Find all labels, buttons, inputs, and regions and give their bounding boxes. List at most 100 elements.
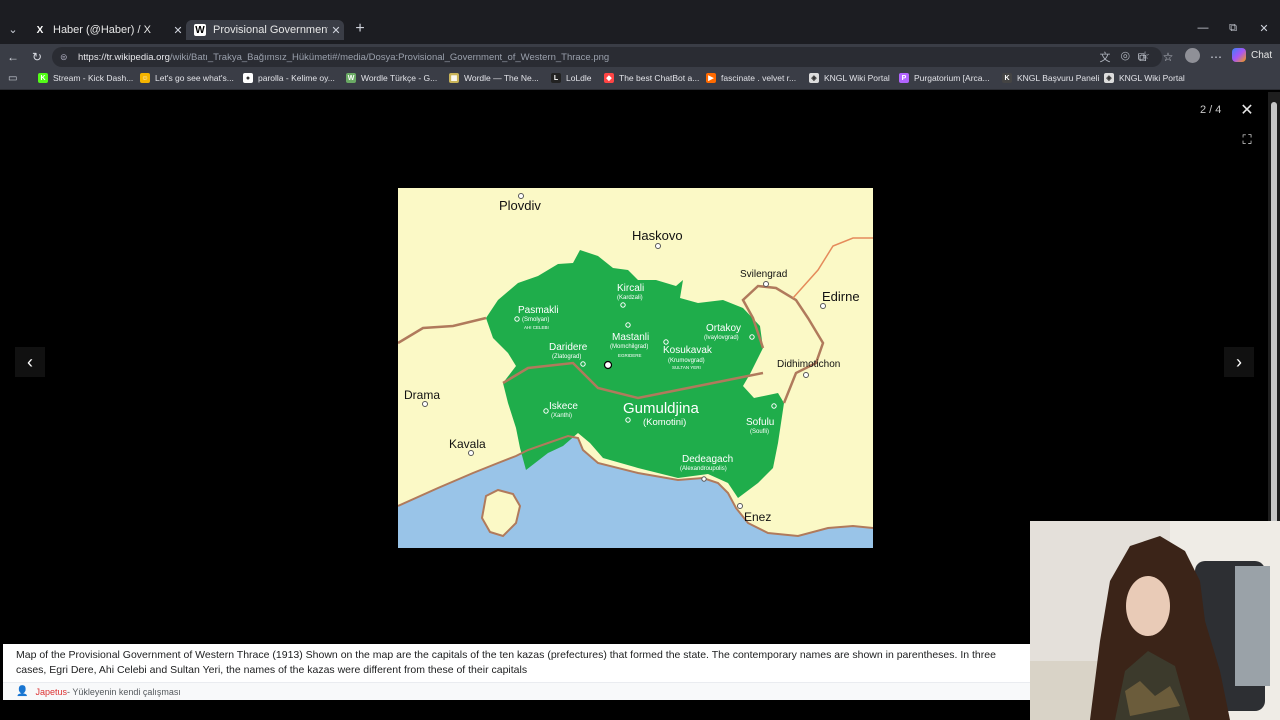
- extensions-icon[interactable]: ⧉: [1134, 49, 1150, 65]
- kaza-name-daridere: Daridere: [549, 342, 588, 353]
- bookmarks-bar: ▭ K Stream - Kick Dash... ☺ Let's go see wh…: [0, 70, 1280, 90]
- bookmark-item[interactable]: ◆ The best ChatBot a...: [604, 73, 699, 83]
- close-tab-icon[interactable]: ✕: [328, 24, 344, 37]
- image-caption: Map of the Provisional Government of Wes…: [3, 644, 1030, 682]
- bookmark-label: KNGL Başvuru Paneli: [1017, 73, 1100, 83]
- bookmark-favicon-icon: ☺: [140, 73, 150, 83]
- new-tab-button[interactable]: +: [352, 20, 368, 38]
- city-marker: [763, 281, 769, 287]
- kaza-old-ahi-celebi: AHI CELEBI: [524, 325, 549, 330]
- bookmark-item[interactable]: ☺ Let's go see what's...: [140, 73, 234, 83]
- copilot-label: Chat: [1251, 49, 1273, 61]
- tab-title: Provisional Government of Western Thrace: [213, 24, 328, 36]
- city-marker: [655, 243, 661, 249]
- kaza-name-ortakoy: Ortakoy: [706, 323, 741, 334]
- bookmark-label: Wordle — The Ne...: [464, 73, 539, 83]
- minimize-icon[interactable]: —: [1196, 22, 1210, 36]
- kaza-alt-daridere: (Zlatograd): [552, 354, 581, 360]
- bookmark-favicon-icon: ◈: [809, 73, 819, 83]
- tab-list-button[interactable]: ⌄: [4, 21, 22, 38]
- url-text[interactable]: https://tr.wikipedia.org/wiki/Batı_Traky…: [78, 52, 609, 63]
- kaza-name-kosukavak: Kosukavak: [663, 345, 713, 356]
- close-tab-icon[interactable]: ✕: [170, 24, 186, 37]
- bookmark-item[interactable]: W Wordle Türkçe - G...: [346, 73, 437, 83]
- kaza-alt-mastanli: (Momchilgrad): [610, 344, 648, 350]
- kaza-alt-pasmakli: (Smolyan): [522, 317, 549, 323]
- kaza-alt-ortakoy: (Ivaylovgrad): [704, 335, 739, 341]
- bookmark-favicon-icon: K: [38, 73, 48, 83]
- city-label-drama: Drama: [404, 388, 440, 402]
- city-label-svilengrad: Svilengrad: [740, 269, 787, 280]
- user-icon: 👤: [16, 686, 29, 697]
- tab-haber[interactable]: X Haber (@Haber) / X ✕: [26, 20, 186, 40]
- kaza-alt-kircali: (Kardzali): [617, 295, 643, 301]
- fullscreen-icon[interactable]: ⛶: [1238, 131, 1256, 149]
- close-viewer-icon[interactable]: ✕: [1238, 102, 1256, 120]
- bookmark-favicon-icon: K: [1002, 73, 1012, 83]
- bookmark-item[interactable]: ◈ KNGL Wiki Portal: [809, 73, 890, 83]
- kaza-name-iskece: Iskece: [549, 401, 578, 412]
- city-label-haskovo: Haskovo: [632, 228, 683, 243]
- next-image-button[interactable]: ›: [1224, 347, 1254, 377]
- x-logo-icon: X: [36, 24, 44, 36]
- bookmark-label: Let's go see what's...: [155, 73, 234, 83]
- bookmark-item[interactable]: P Purgatorium [Arca...: [899, 73, 990, 83]
- author-link[interactable]: Japetus: [35, 687, 67, 697]
- previous-image-button[interactable]: ‹: [15, 347, 45, 377]
- bookmark-favicon-icon: ◈: [1104, 73, 1114, 83]
- credit-text: - Yükleyenin kendi çalışması: [66, 686, 181, 697]
- bookmark-item[interactable]: K Stream - Kick Dash...: [38, 73, 133, 83]
- chevron-right-icon: ›: [1236, 352, 1242, 372]
- kaza-alt-sofulu: (Soufli): [750, 429, 769, 435]
- bookmark-item[interactable]: ▶ fascinate . velvet r...: [706, 73, 796, 83]
- favorites-icon[interactable]: ☆: [1160, 49, 1176, 65]
- tab-wikipedia[interactable]: W Provisional Government of Western Thra…: [186, 20, 344, 40]
- city-marker: [737, 503, 743, 509]
- bookmark-favicon-icon: ▦: [449, 73, 459, 83]
- tab-strip: ⌄ X Haber (@Haber) / X ✕ W Provisional G…: [0, 0, 1280, 44]
- viewer-footer: [3, 700, 1030, 720]
- bookmark-item[interactable]: K KNGL Başvuru Paneli: [1002, 73, 1099, 83]
- bookmark-favicon-icon: ▶: [706, 73, 716, 83]
- copilot-chat-button[interactable]: Chat: [1232, 48, 1272, 62]
- back-arrow-icon[interactable]: ←: [5, 49, 21, 65]
- address-bar[interactable]: ⊜ https://tr.wikipedia.org/wiki/Batı_Tra…: [52, 47, 1162, 67]
- bookmark-item[interactable]: ● parolla - Kelime oy...: [243, 73, 335, 83]
- city-marker: [422, 401, 428, 407]
- apps-icon[interactable]: ▭: [8, 73, 17, 84]
- url-domain: https://tr.wikipedia.org: [78, 51, 170, 63]
- zoom-cursor-icon: [603, 360, 613, 370]
- bookmark-item[interactable]: L LoLdle: [551, 73, 592, 83]
- kaza-old-egridere: EGRIDERE: [618, 353, 642, 358]
- kaza-name-sofulu: Sofulu: [746, 417, 774, 428]
- kaza-name-kircali: Kircali: [617, 283, 644, 294]
- city-marker: [820, 303, 826, 309]
- kaza-alt-dedeagach: (Alexandroupolis): [680, 466, 727, 472]
- kaza-name-gumuldjina: Gumuldjina: [623, 400, 700, 417]
- bookmark-favicon-icon: ●: [243, 73, 253, 83]
- kaza-name-pasmakli: Pasmakli: [518, 305, 559, 316]
- profile-avatar[interactable]: [1185, 48, 1200, 63]
- tab-title: Haber (@Haber) / X: [53, 24, 151, 36]
- close-window-icon[interactable]: ✕: [1257, 22, 1271, 36]
- bookmark-label: Wordle Türkçe - G...: [361, 73, 438, 83]
- url-path: /wiki/Batı_Trakya_Bağımsız_Hükümeti#/med…: [169, 51, 610, 63]
- restore-icon[interactable]: ⧉: [1226, 22, 1240, 36]
- site-info-icon[interactable]: ⊜: [60, 52, 70, 62]
- reader-icon[interactable]: ◎: [1121, 49, 1131, 65]
- kaza-name-dedeagach: Dedeagach: [682, 454, 733, 465]
- kaza-name-mastanli: Mastanli: [612, 332, 649, 343]
- translate-icon[interactable]: 文: [1100, 49, 1111, 65]
- city-label-enez: Enez: [744, 510, 771, 524]
- city-label-edirne: Edirne: [822, 289, 860, 304]
- bookmark-item[interactable]: ◈ KNGL Wiki Portal: [1104, 73, 1185, 83]
- bookmark-label: KNGL Wiki Portal: [1119, 73, 1185, 83]
- bookmark-label: Purgatorium [Arca...: [914, 73, 990, 83]
- webcam-overlay: [1030, 521, 1280, 720]
- map-image[interactable]: Plovdiv Haskovo Svilengrad Edirne Didhim…: [397, 188, 874, 548]
- more-menu-icon[interactable]: ⋯: [1208, 49, 1224, 65]
- bookmark-item[interactable]: ▦ Wordle — The Ne...: [449, 73, 539, 83]
- bookmark-label: LoLdle: [566, 73, 592, 83]
- reload-icon[interactable]: ↻: [29, 49, 45, 65]
- bookmark-favicon-icon: L: [551, 73, 561, 83]
